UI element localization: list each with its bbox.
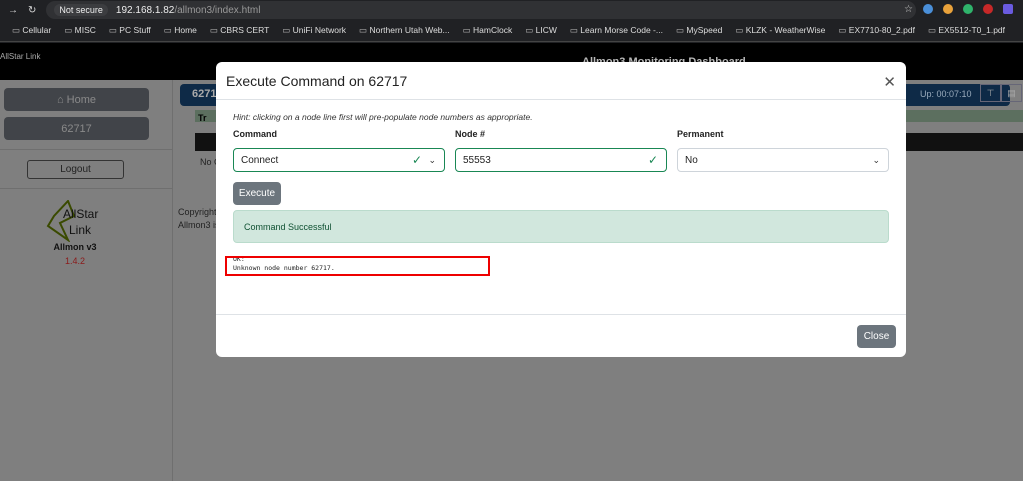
execute-button[interactable]: Execute [233,182,281,205]
node-label: Node # [455,129,486,139]
sidebar: ⌂ Home 62717 Logout AllStar Link Allmon v… [0,80,173,481]
bookmark-item[interactable]: Cellular [12,25,51,36]
permanent-value: No [685,154,698,166]
bookmark-item[interactable]: UniFi Network [282,25,346,36]
bookmarks-bar: Cellular MISC PC Stuff Home CBRS CERT UniFi N… [0,20,1023,42]
extension-icon[interactable] [923,4,933,14]
header-logo: AllStar Link [0,52,41,61]
license: Allmon3 is [178,220,220,230]
url-host: 192.168.1.82 [115,4,175,16]
bookmark-item[interactable]: CBRS CERT [210,25,269,36]
bookmark-item[interactable]: Northern Utah Web... [359,25,449,36]
divider [0,188,173,189]
hint-text: Hint: clicking on a node line first will… [233,112,533,122]
home-icon: ⌂ [56,93,67,106]
close-icon[interactable]: ✕ [883,73,896,91]
bookmark-item[interactable]: EX7710-80_2.pdf [838,25,915,36]
execute-command-modal: Execute Command on 62717 ✕ Hint: clickin… [216,62,906,357]
command-output: OK: Unknown node number 62717. [225,256,490,276]
chevron-down-icon: ⌄ [872,154,880,165]
svg-text:AllStar: AllStar [63,207,98,221]
chevron-down-icon: ⌄ [428,154,436,165]
copyright: Copyright [178,207,217,217]
reload-icon[interactable]: ↻ [28,5,36,16]
divider [0,149,173,150]
address-bar[interactable]: Not secure 192.168.1.82/allmon3/index.ht… [46,1,917,19]
uptime: Up: 00:07:10 [920,89,972,99]
bookmark-item[interactable]: Learn Morse Code -... [570,25,663,36]
home-button[interactable]: ⌂ Home [4,88,149,111]
command-select[interactable]: Connect ✓ ⌄ [233,148,445,172]
security-badge[interactable]: Not secure [54,4,108,16]
success-alert: Command Successful [233,210,889,243]
home-label: Home [66,93,97,106]
extensions: ☆ [904,4,1013,15]
bookmark-item[interactable]: MySpeed [676,25,722,36]
bookmark-item[interactable]: LICW [525,25,557,36]
permanent-select[interactable]: No ⌄ [677,148,889,172]
bookmark-item[interactable]: EX5512-T0_1.pdf [928,25,1005,36]
app-name: Allmon v3 [53,242,97,252]
bookmark-item[interactable]: MISC [64,25,96,36]
permanent-label: Permanent [677,129,724,139]
status-frag: Tr [198,113,207,123]
check-icon: ✓ [411,153,422,167]
extension-icon[interactable] [1003,4,1013,14]
output-line: Unknown node number 62717. [233,264,335,272]
node-input[interactable]: 55553 ✓ [455,148,667,172]
command-label: Command [233,129,278,139]
bookmark-item[interactable]: PC Stuff [109,25,151,36]
browser-chrome: → ↻ Not secure 192.168.1.82/allmon3/inde… [0,0,1023,43]
extension-icon[interactable] [963,4,973,14]
node-button[interactable]: 62717 [4,117,149,140]
star-icon[interactable]: ☆ [904,4,913,15]
app-version: 1.4.2 [64,256,86,266]
url-path: /allmon3/index.html [174,4,261,16]
bookmark-item[interactable]: Home [164,25,197,36]
close-button[interactable]: Close [857,325,896,348]
command-value: Connect [241,154,279,166]
extension-icon[interactable] [983,4,993,14]
document-icon[interactable]: ▤ [1001,84,1022,102]
bookmark-item[interactable]: HamClock [463,25,512,36]
logout-button[interactable]: Logout [27,160,124,179]
extension-icon[interactable] [943,4,953,14]
modal-footer-divider [216,314,906,315]
node-value: 55553 [463,154,491,166]
network-icon[interactable]: ⊤ [980,84,1001,102]
check-icon: ✓ [647,153,658,167]
forward-icon[interactable]: → [8,5,18,16]
bookmark-item[interactable]: KLZK - WeatherWise [735,25,826,36]
svg-text:Link: Link [69,223,92,237]
node-title: 6271 [192,88,217,100]
output-line: OK: [233,256,245,263]
modal-title: Execute Command on 62717 [226,72,408,89]
allstar-logo: AllStar Link [46,200,98,242]
